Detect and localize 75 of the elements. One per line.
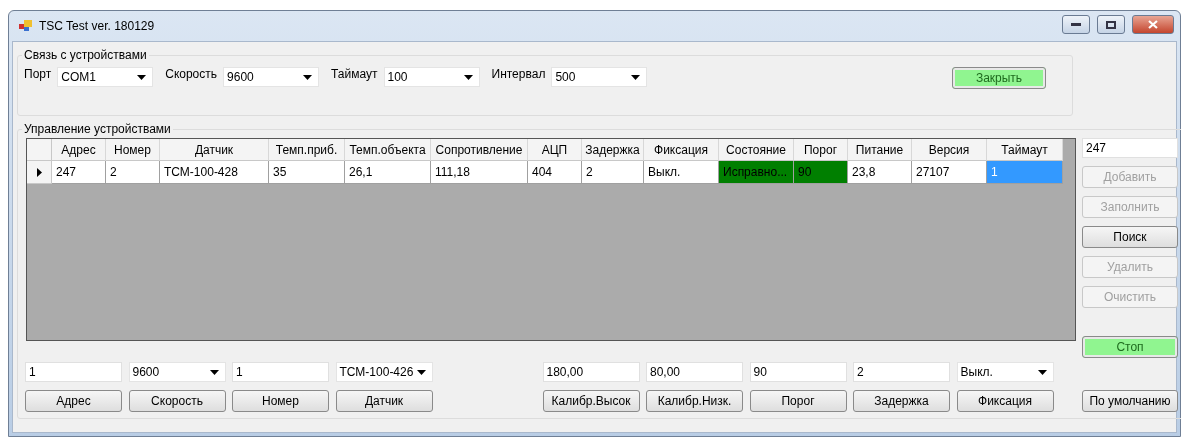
table-cell[interactable]: 2 bbox=[106, 161, 160, 184]
caret-icon bbox=[463, 74, 473, 80]
column-header[interactable]: Питание bbox=[848, 139, 912, 161]
caret-icon bbox=[137, 74, 147, 80]
table-cell[interactable]: 27107 bbox=[912, 161, 987, 184]
column-header[interactable]: Номер bbox=[106, 139, 160, 161]
field-label: Скорость bbox=[165, 67, 218, 81]
maximize-icon bbox=[1106, 20, 1116, 29]
dropdown[interactable]: 9600 bbox=[223, 67, 320, 87]
dropdown[interactable]: 100 bbox=[383, 67, 480, 87]
dropdown[interactable]: Выкл. bbox=[956, 362, 1054, 382]
set-button[interactable]: Задержка bbox=[853, 390, 950, 412]
default-button[interactable]: По умолчанию bbox=[1082, 390, 1178, 412]
table-cell[interactable]: 247 bbox=[52, 161, 106, 184]
group-title: Связь с устройствами bbox=[23, 48, 148, 62]
caret-icon bbox=[209, 369, 219, 375]
set-button[interactable]: Датчик bbox=[335, 390, 433, 412]
set-button[interactable]: Адрес bbox=[25, 390, 122, 412]
set-button[interactable]: Номер bbox=[232, 390, 329, 412]
window-title: TSC Test ver. 180129 bbox=[39, 19, 156, 33]
input-field[interactable]: 1 bbox=[25, 362, 122, 382]
column-header[interactable]: Таймаут bbox=[987, 139, 1063, 161]
group-title: Управление устройствами bbox=[23, 122, 172, 136]
column-header[interactable]: Сопротивление bbox=[431, 139, 528, 161]
dropdown[interactable]: 500 bbox=[551, 67, 648, 87]
column-header[interactable]: Датчик bbox=[160, 139, 269, 161]
field-label: Таймаут bbox=[331, 67, 378, 81]
field-label: Интервал bbox=[491, 67, 546, 81]
column-header[interactable]: Состояние bbox=[719, 139, 794, 161]
column-header[interactable]: Версия bbox=[912, 139, 987, 161]
minimize-icon bbox=[1071, 22, 1081, 27]
minimize-button[interactable] bbox=[1062, 15, 1090, 34]
app-icon bbox=[19, 20, 33, 32]
close-button[interactable] bbox=[1132, 15, 1174, 34]
column-header[interactable]: АЦП bbox=[528, 139, 582, 161]
close-port-button[interactable]: Закрыть bbox=[952, 67, 1046, 89]
table-cell[interactable]: 90 bbox=[794, 161, 848, 184]
table-cell[interactable]: 2 bbox=[582, 161, 644, 184]
close-icon bbox=[1148, 20, 1158, 29]
caret-icon bbox=[303, 74, 313, 80]
column-header[interactable]: Темп.приб. bbox=[269, 139, 345, 161]
caret-icon bbox=[416, 369, 426, 375]
set-button[interactable]: Фиксация bbox=[956, 390, 1054, 412]
input-field[interactable]: 90 bbox=[749, 362, 847, 382]
column-header[interactable]: Задержка bbox=[582, 139, 644, 161]
field-label: Порт bbox=[24, 67, 52, 81]
input-field[interactable]: 247 bbox=[1082, 138, 1178, 158]
stop-button[interactable]: Стоп bbox=[1082, 336, 1178, 358]
set-button[interactable]: Калибр.Высок bbox=[542, 390, 640, 412]
input-field[interactable]: 80,00 bbox=[646, 362, 743, 382]
set-button[interactable]: Скорость bbox=[128, 390, 226, 412]
input-field[interactable]: 2 bbox=[853, 362, 950, 382]
input-field[interactable]: 180,00 bbox=[542, 362, 640, 382]
dropdown[interactable]: 9600 bbox=[128, 362, 226, 382]
maximize-button[interactable] bbox=[1097, 15, 1125, 34]
dropdown[interactable]: COM1 bbox=[57, 67, 154, 87]
caret-icon bbox=[1037, 369, 1047, 375]
table-cell[interactable]: 26,1 bbox=[345, 161, 431, 184]
caret-icon bbox=[631, 74, 641, 80]
action-button[interactable]: Поиск bbox=[1082, 226, 1178, 248]
column-header[interactable]: Порог bbox=[794, 139, 848, 161]
set-button[interactable]: Калибр.Низк. bbox=[646, 390, 743, 412]
table-cell[interactable]: Выкл. bbox=[644, 161, 719, 184]
input-field[interactable]: 1 bbox=[232, 362, 329, 382]
table-cell[interactable]: ТСМ-100-428 bbox=[160, 161, 269, 184]
table-cell[interactable]: 111,18 bbox=[431, 161, 528, 184]
table-cell[interactable]: 35 bbox=[269, 161, 345, 184]
set-button[interactable]: Порог bbox=[749, 390, 847, 412]
column-header[interactable]: Фиксация bbox=[644, 139, 719, 161]
dropdown[interactable]: ТСМ-100-426 bbox=[335, 362, 433, 382]
table-cell[interactable]: Исправно... bbox=[719, 161, 794, 184]
table-cell[interactable]: 404 bbox=[528, 161, 582, 184]
table-cell[interactable]: 23,8 bbox=[848, 161, 912, 184]
column-header[interactable]: Адрес bbox=[52, 139, 106, 161]
column-header[interactable]: Темп.объекта bbox=[345, 139, 431, 161]
